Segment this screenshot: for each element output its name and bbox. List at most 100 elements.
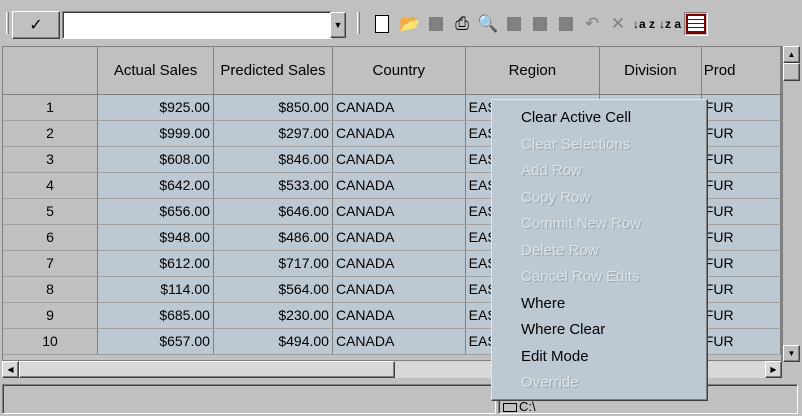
row-number-cell[interactable]: 3 bbox=[3, 146, 99, 173]
menu-item-where[interactable]: Where bbox=[492, 291, 707, 318]
column-header-actual-sales[interactable]: Actual Sales bbox=[97, 47, 214, 95]
scroll-right-button[interactable]: ▶ bbox=[765, 361, 782, 378]
menu-item-clear-active-cell[interactable]: Clear Active Cell bbox=[492, 105, 707, 132]
row-number-cell[interactable]: 1 bbox=[3, 94, 99, 121]
country-cell[interactable]: CANADA bbox=[332, 146, 466, 173]
chevron-right-icon: ▶ bbox=[770, 365, 777, 374]
menu-item-cancel-row-edits: Cancel Row Edits bbox=[521, 268, 640, 285]
column-header-region[interactable]: Region bbox=[465, 47, 601, 95]
predicted-sales-cell[interactable]: $850.00 bbox=[213, 94, 333, 121]
actual-sales-cell[interactable]: $657.00 bbox=[97, 328, 214, 355]
country-cell[interactable]: CANADA bbox=[332, 198, 466, 225]
country-cell[interactable]: CANADA bbox=[332, 276, 466, 303]
predicted-sales-cell[interactable]: $564.00 bbox=[213, 276, 333, 303]
chevron-down-icon: ▼ bbox=[787, 349, 796, 358]
product-cell[interactable]: FUR bbox=[701, 302, 781, 329]
row-number-cell[interactable]: 2 bbox=[3, 120, 99, 147]
product-cell[interactable]: FUR bbox=[701, 94, 781, 121]
toolbar-grip[interactable] bbox=[6, 12, 9, 34]
actual-sales-cell[interactable]: $612.00 bbox=[97, 250, 214, 277]
accept-edit-button[interactable]: ✓ bbox=[12, 11, 60, 39]
actual-sales-cell[interactable]: $114.00 bbox=[97, 276, 214, 303]
predicted-sales-cell[interactable]: $230.00 bbox=[213, 302, 333, 329]
open-folder-icon[interactable]: 📂 bbox=[398, 12, 422, 36]
undo-icon: ↶ bbox=[584, 14, 600, 33]
copy-icon bbox=[502, 12, 526, 36]
actual-sales-cell[interactable]: $999.00 bbox=[97, 120, 214, 147]
actual-sales-cell[interactable]: $608.00 bbox=[97, 146, 214, 173]
predicted-sales-cell[interactable]: $533.00 bbox=[213, 172, 333, 199]
predicted-sales-cell[interactable]: $646.00 bbox=[213, 198, 333, 225]
vertical-scrollbar[interactable]: ▲ ▼ bbox=[782, 46, 800, 362]
new-document-icon[interactable] bbox=[370, 12, 394, 36]
product-cell[interactable]: FUR bbox=[701, 276, 781, 303]
toolbar-grip-2[interactable] bbox=[357, 12, 360, 34]
chevron-up-icon: ▲ bbox=[787, 50, 796, 59]
print-icon[interactable] bbox=[450, 12, 474, 36]
product-cell[interactable]: FUR bbox=[701, 328, 781, 355]
scroll-up-button[interactable]: ▲ bbox=[783, 46, 800, 63]
product-cell[interactable]: FUR bbox=[701, 198, 781, 225]
row-number-cell[interactable]: 5 bbox=[3, 198, 99, 225]
cell-value-dropdown-button[interactable]: ▼ bbox=[330, 12, 346, 38]
scroll-down-button[interactable]: ▼ bbox=[783, 345, 800, 362]
product-cell[interactable]: FUR bbox=[701, 172, 781, 199]
horizontal-scroll-thumb[interactable] bbox=[19, 361, 395, 378]
header-row: Actual Sales Predicted Sales Country Reg… bbox=[3, 47, 781, 95]
column-header-predicted-sales[interactable]: Predicted Sales bbox=[213, 47, 333, 95]
row-number-cell[interactable]: 8 bbox=[3, 276, 99, 303]
check-icon: ✓ bbox=[29, 17, 43, 34]
delete-icon: ✕ bbox=[610, 14, 626, 33]
corner-header[interactable] bbox=[3, 47, 99, 95]
actual-sales-cell[interactable]: $948.00 bbox=[97, 224, 214, 251]
menu-item-add-row: Add Row bbox=[521, 162, 582, 179]
country-cell[interactable]: CANADA bbox=[332, 94, 466, 121]
predicted-sales-cell[interactable]: $297.00 bbox=[213, 120, 333, 147]
predicted-sales-cell[interactable]: $494.00 bbox=[213, 328, 333, 355]
product-cell[interactable]: FUR bbox=[701, 224, 781, 251]
country-cell[interactable]: CANADA bbox=[332, 120, 466, 147]
cell-value-input[interactable] bbox=[62, 11, 332, 39]
toolbar: ✓ ▼ 📂 🔍 ↶ ✕ ↓a z ↓z a bbox=[0, 0, 802, 46]
country-cell[interactable]: CANADA bbox=[332, 172, 466, 199]
country-cell[interactable]: CANADA bbox=[332, 302, 466, 329]
row-number-cell[interactable]: 9 bbox=[3, 302, 99, 329]
chevron-down-icon: ▼ bbox=[333, 20, 343, 30]
menu-item-commit-new-row: Commit New Row bbox=[521, 215, 642, 232]
sort-ascending-icon[interactable]: ↓a z bbox=[632, 12, 656, 36]
menu-item-delete-row: Delete Row bbox=[521, 241, 599, 259]
actual-sales-cell[interactable]: $642.00 bbox=[97, 172, 214, 199]
row-number-cell[interactable]: 6 bbox=[3, 224, 99, 251]
stop-icon bbox=[554, 12, 578, 36]
table-view-icon[interactable] bbox=[684, 12, 708, 36]
column-header-country[interactable]: Country bbox=[332, 47, 466, 95]
menu-item-override: Override bbox=[521, 374, 579, 391]
predicted-sales-cell[interactable]: $717.00 bbox=[213, 250, 333, 277]
product-cell[interactable]: FUR bbox=[701, 250, 781, 277]
row-number-cell[interactable]: 7 bbox=[3, 250, 99, 277]
paste-icon bbox=[528, 12, 552, 36]
row-number-cell[interactable]: 4 bbox=[3, 172, 99, 199]
product-cell[interactable]: FUR bbox=[701, 146, 781, 173]
status-path-text: C:\ bbox=[519, 399, 536, 414]
actual-sales-cell[interactable]: $685.00 bbox=[97, 302, 214, 329]
actual-sales-cell[interactable]: $656.00 bbox=[97, 198, 214, 225]
vertical-scroll-thumb[interactable] bbox=[783, 63, 800, 81]
country-cell[interactable]: CANADA bbox=[332, 250, 466, 277]
sort-descending-icon[interactable]: ↓z a bbox=[658, 12, 682, 36]
menu-item-copy-row: Copy Row bbox=[521, 188, 591, 206]
product-cell[interactable]: FUR bbox=[701, 120, 781, 147]
predicted-sales-cell[interactable]: $486.00 bbox=[213, 224, 333, 251]
print-preview-icon[interactable]: 🔍 bbox=[476, 12, 500, 36]
row-number-cell[interactable]: 10 bbox=[3, 328, 99, 355]
actual-sales-cell[interactable]: $925.00 bbox=[97, 94, 214, 121]
country-cell[interactable]: CANADA bbox=[332, 328, 466, 355]
column-header-product[interactable]: Prod bbox=[701, 47, 781, 95]
menu-item-edit-mode[interactable]: Edit Mode bbox=[492, 344, 707, 371]
predicted-sales-cell[interactable]: $846.00 bbox=[213, 146, 333, 173]
menu-item-where-clear[interactable]: Where Clear bbox=[492, 317, 707, 344]
country-cell[interactable]: CANADA bbox=[332, 224, 466, 251]
scroll-left-button[interactable]: ◀ bbox=[2, 361, 19, 378]
context-menu: Clear Active Cell Clear Selections Add Row… bbox=[491, 99, 708, 401]
column-header-division[interactable]: Division bbox=[599, 47, 702, 95]
